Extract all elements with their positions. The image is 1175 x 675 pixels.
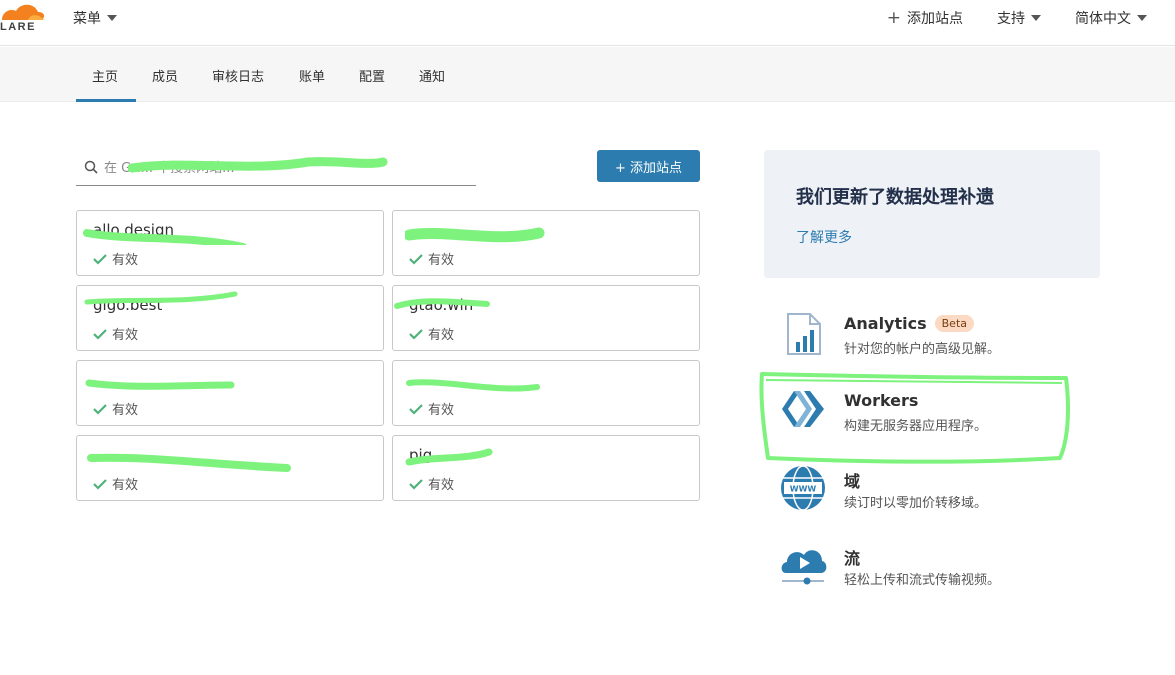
status-text: 有效 — [428, 328, 455, 343]
add-site-button[interactable]: + 添加站点 — [597, 150, 700, 182]
chevron-down-icon — [107, 15, 117, 21]
plus-icon: + — [886, 8, 901, 28]
site-card[interactable]: 有效 — [76, 360, 384, 426]
check-icon — [93, 403, 107, 415]
status-text: 有效 — [112, 328, 139, 343]
support-dropdown[interactable]: 支持 — [997, 8, 1041, 28]
product-analytics[interactable]: Analytics Beta 针对您的帐户的高级见解。 — [778, 310, 1108, 370]
menu-button[interactable]: 菜单 — [73, 8, 117, 28]
site-status: 有效 — [409, 474, 454, 493]
check-icon — [409, 403, 423, 415]
site-name: gigo.best — [93, 296, 163, 314]
analytics-title: Analytics — [844, 314, 927, 333]
site-card[interactable]: pig 有效 — [392, 435, 700, 501]
account-tabs: 主页 成员 审核日志 账单 配置 通知 — [0, 47, 1175, 102]
redaction-scribble — [87, 453, 291, 472]
site-name: allo.design — [93, 221, 174, 239]
site-status: 有效 — [409, 324, 454, 343]
promo-title: 我们更新了数据处理补遗 — [796, 187, 994, 208]
promo-banner: 我们更新了数据处理补遗 了解更多 — [764, 150, 1100, 278]
check-icon — [409, 253, 423, 265]
beta-badge: Beta — [934, 315, 974, 332]
active-tab-indicator — [76, 99, 136, 102]
site-card[interactable]: 有效 — [76, 435, 384, 501]
support-label: 支持 — [997, 11, 1025, 27]
site-card[interactable]: allo.design 有效 — [76, 210, 384, 276]
cloud-logo-icon — [2, 4, 45, 20]
site-status: 有效 — [93, 324, 138, 343]
product-domains[interactable]: WWW 域 续订时以零加价转移域。 — [778, 464, 1108, 524]
check-icon — [409, 328, 423, 340]
product-title: Analytics Beta — [844, 314, 974, 333]
check-icon — [409, 478, 423, 490]
tab-configurations[interactable]: 配置 — [359, 66, 385, 85]
site-card[interactable]: 有效 — [392, 360, 700, 426]
add-site-nav-label: 添加站点 — [907, 11, 963, 27]
language-dropdown[interactable]: 简体中文 — [1075, 8, 1147, 28]
search-icon — [84, 160, 98, 174]
domains-title: 域 — [844, 472, 861, 491]
search-input[interactable] — [104, 158, 464, 178]
chevron-down-icon — [1137, 15, 1147, 21]
learn-more-link[interactable]: 了解更多 — [796, 227, 852, 247]
product-description: 构建无服务器应用程序。 — [844, 419, 988, 434]
site-name: gtao.win — [409, 296, 474, 314]
product-description: 针对您的帐户的高级见解。 — [844, 342, 1001, 357]
tab-audit-log[interactable]: 审核日志 — [212, 66, 264, 85]
workers-title: Workers — [844, 391, 919, 410]
status-text: 有效 — [428, 478, 455, 493]
chevron-down-icon — [1031, 15, 1041, 21]
site-card[interactable]: gigo.best 有效 — [76, 285, 384, 351]
redaction-scribble — [406, 379, 540, 392]
tab-billing[interactable]: 账单 — [299, 66, 325, 85]
status-text: 有效 — [112, 403, 139, 418]
domain-globe-icon: WWW — [781, 465, 825, 511]
analytics-icon — [787, 313, 821, 355]
stream-title: 流 — [844, 549, 861, 568]
check-icon — [93, 253, 107, 265]
site-status: 有效 — [93, 399, 138, 418]
product-description: 轻松上传和流式传输视频。 — [844, 573, 1001, 588]
tab-notifications[interactable]: 通知 — [419, 66, 445, 85]
site-status: 有效 — [409, 399, 454, 418]
check-icon — [93, 478, 107, 490]
site-status: 有效 — [93, 249, 138, 268]
tab-home[interactable]: 主页 — [92, 66, 118, 85]
status-text: 有效 — [112, 253, 139, 268]
site-status: 有效 — [93, 474, 138, 493]
status-text: 有效 — [112, 478, 139, 493]
status-text: 有效 — [428, 403, 455, 418]
svg-text:WWW: WWW — [790, 485, 817, 494]
logo-text: LARE — [0, 21, 36, 33]
site-name: pig — [409, 446, 433, 464]
site-search — [76, 150, 476, 186]
stream-icon — [781, 550, 827, 585]
status-text: 有效 — [428, 253, 455, 268]
site-status: 有效 — [409, 249, 454, 268]
workers-icon — [782, 391, 824, 427]
site-card[interactable]: gtao.win 有效 — [392, 285, 700, 351]
add-site-nav-button[interactable]: + 添加站点 — [887, 8, 963, 28]
language-label: 简体中文 — [1075, 11, 1131, 27]
redaction-scribble — [85, 379, 235, 390]
redaction-scribble — [405, 227, 545, 243]
product-workers[interactable]: Workers 构建无服务器应用程序。 — [778, 387, 1108, 447]
product-description: 续订时以零加价转移域。 — [844, 496, 988, 511]
menu-label: 菜单 — [73, 11, 101, 27]
add-site-button-label: + 添加站点 — [614, 160, 683, 176]
tab-members[interactable]: 成员 — [152, 66, 178, 85]
product-stream[interactable]: 流 轻松上传和流式传输视频。 — [778, 541, 1108, 601]
check-icon — [93, 328, 107, 340]
site-card[interactable]: 有效 — [392, 210, 700, 276]
cloudflare-logo[interactable]: LARE — [0, 0, 48, 40]
top-navigation-bar: LARE 菜单 + 添加站点 支持 简体中文 — [0, 0, 1175, 46]
